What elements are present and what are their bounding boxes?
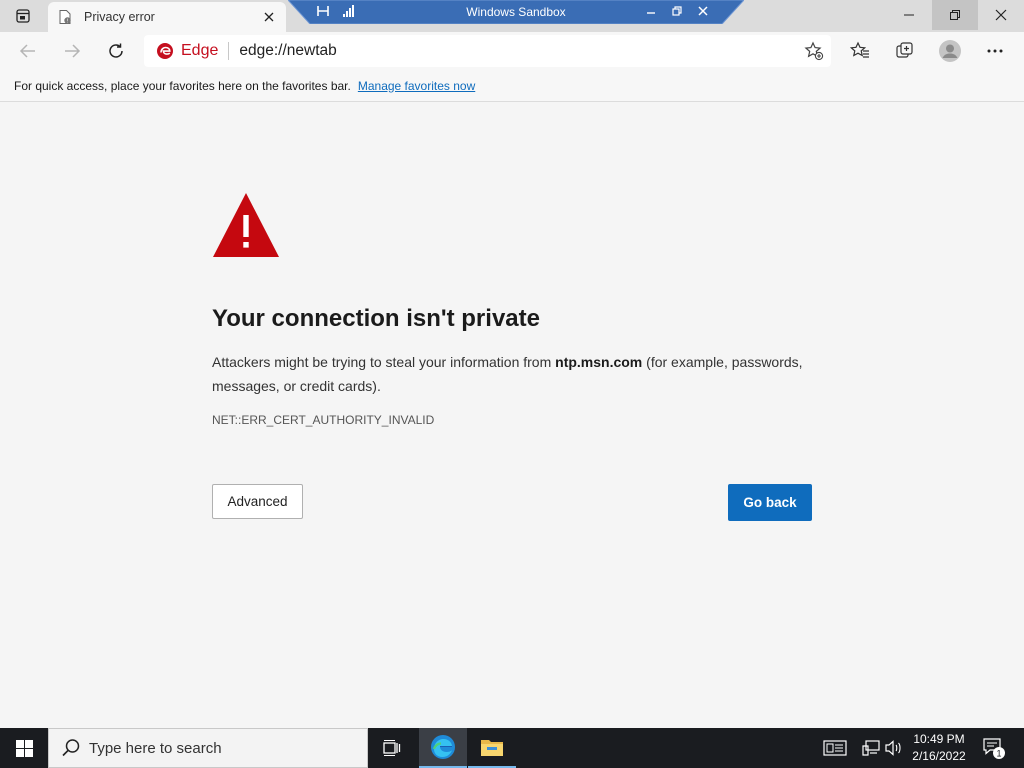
svg-text:!: ! <box>66 19 68 25</box>
address-bar[interactable]: Edge edge://newtab <box>144 35 831 67</box>
tab-actions-icon[interactable] <box>0 0 46 32</box>
notification-count: 1 <box>996 748 1001 758</box>
address-brand: Edge <box>181 42 219 59</box>
favorites-bar-message: For quick access, place your favorites h… <box>14 78 351 93</box>
keyboard-icon[interactable] <box>820 728 850 768</box>
more-icon[interactable] <box>980 36 1010 66</box>
tab-privacy-error[interactable]: ! Privacy error <box>48 2 286 32</box>
address-url[interactable]: edge://newtab <box>239 42 797 60</box>
sandbox-restore-icon[interactable] <box>670 4 684 18</box>
network-icon[interactable] <box>859 728 883 768</box>
restore-icon[interactable] <box>932 0 978 30</box>
sandbox-title-bar: Windows Sandbox <box>288 0 744 24</box>
warning-icon <box>213 193 279 257</box>
go-back-button[interactable]: Go back <box>728 484 812 521</box>
window-close-icon[interactable] <box>978 0 1024 30</box>
favorites-icon[interactable] <box>845 36 875 66</box>
manage-favorites-link[interactable]: Manage favorites now <box>358 79 475 93</box>
notification-icon[interactable]: 1 <box>980 728 1010 768</box>
address-divider <box>228 42 230 60</box>
clock-time: 10:49 PM <box>913 732 965 746</box>
blocked-host: ntp.msn.com <box>555 354 643 370</box>
error-page: Your connection isn't private Attackers … <box>0 103 1024 728</box>
file-explorer-icon[interactable] <box>468 728 516 768</box>
clock-date: 2/16/2022 <box>912 749 966 763</box>
search-placeholder: Type here to search <box>89 739 222 757</box>
task-view-icon[interactable] <box>368 728 416 768</box>
add-favorite-icon[interactable] <box>797 35 831 67</box>
forward-arrow-icon[interactable] <box>57 36 87 66</box>
page-title: Your connection isn't private <box>212 305 540 332</box>
profile-icon[interactable] <box>935 36 965 66</box>
favorites-bar: For quick access, place your favorites h… <box>0 70 1024 102</box>
document-icon: ! <box>56 8 74 26</box>
tab-title: Privacy error <box>84 10 155 24</box>
minimize-icon[interactable] <box>886 0 932 30</box>
collections-icon[interactable] <box>890 36 920 66</box>
taskbar: Type here to search 10:49 PM 2/16/2022 1 <box>0 728 1024 768</box>
description-text-before: Attackers might be trying to steal your … <box>212 354 556 370</box>
refresh-icon[interactable] <box>101 36 131 66</box>
advanced-button[interactable]: Advanced <box>212 484 303 519</box>
search-icon <box>62 739 80 757</box>
tab-strip: ! Privacy error Windows Sandbox <box>0 0 1024 32</box>
error-code[interactable]: NET::ERR_CERT_AUTHORITY_INVALID <box>212 413 434 427</box>
edge-app-icon[interactable] <box>419 728 467 768</box>
volume-icon[interactable] <box>883 728 905 768</box>
close-icon[interactable] <box>260 8 278 26</box>
browser-toolbar: Edge edge://newtab <box>0 32 1024 70</box>
edge-logo-icon <box>157 43 173 59</box>
back-arrow-icon[interactable] <box>13 36 43 66</box>
error-description: Attackers might be trying to steal your … <box>212 350 812 398</box>
taskbar-search-box[interactable]: Type here to search <box>48 728 368 768</box>
windows-logo-icon[interactable] <box>0 728 48 768</box>
sandbox-close-icon[interactable] <box>696 4 710 18</box>
sandbox-minimize-icon[interactable] <box>644 4 658 18</box>
taskbar-clock[interactable]: 10:49 PM 2/16/2022 <box>904 731 974 765</box>
